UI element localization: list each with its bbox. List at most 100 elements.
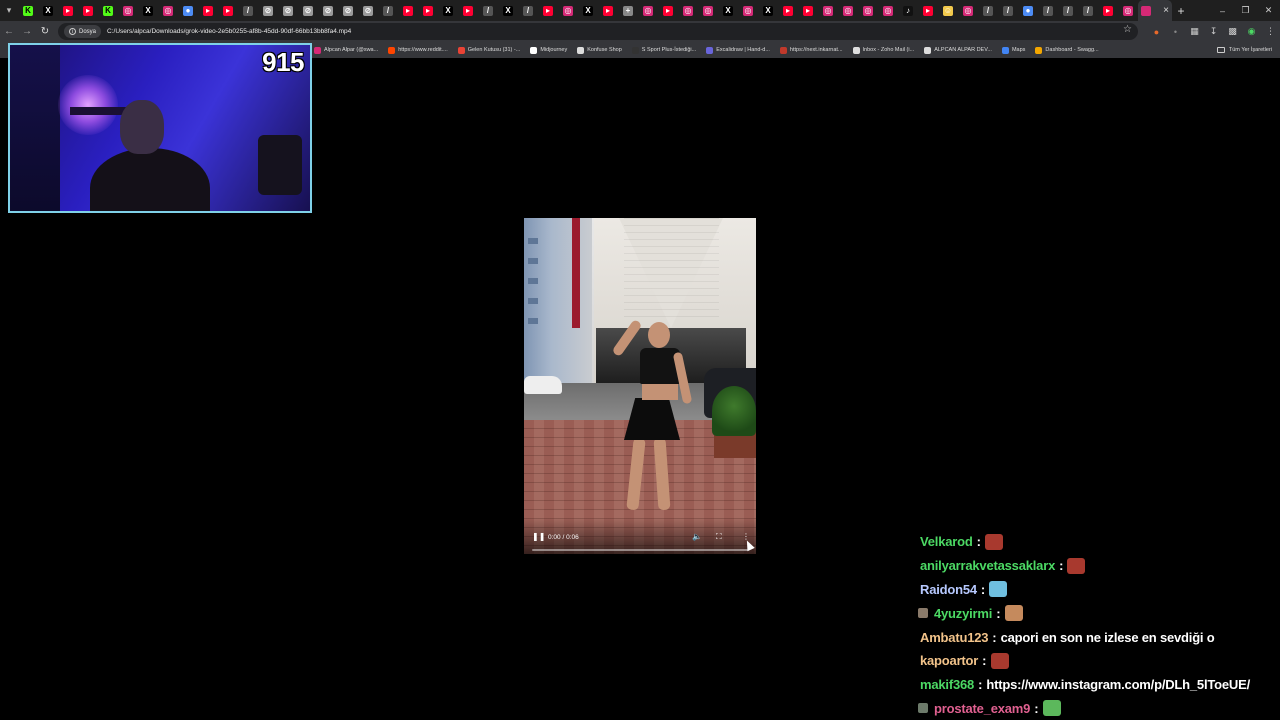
extension-icon[interactable]: • — [1166, 21, 1185, 42]
tab[interactable]: X — [438, 0, 458, 21]
address-bar[interactable]: i Dosya C:/Users/alpca/Downloads/grok-vi… — [58, 23, 1138, 40]
tab[interactable]: ◎ — [838, 0, 858, 21]
tab[interactable]: ◎ — [818, 0, 838, 21]
close-window-button[interactable]: ✕ — [1257, 0, 1280, 21]
tab[interactable]: ◎ — [678, 0, 698, 21]
tab[interactable]: ⊘ — [358, 0, 378, 21]
tab[interactable]: ▸ — [538, 0, 558, 21]
extension-icon[interactable]: ● — [1147, 21, 1166, 42]
tab[interactable]: / — [1038, 0, 1058, 21]
bookmark-item[interactable]: Konfuse Shop — [577, 46, 622, 54]
tab[interactable]: ◎ — [878, 0, 898, 21]
close-icon[interactable]: × — [1163, 5, 1169, 16]
tab[interactable]: ◎ — [118, 0, 138, 21]
tab[interactable]: / — [478, 0, 498, 21]
tab[interactable]: / — [238, 0, 258, 21]
tab[interactable]: ▸ — [58, 0, 78, 21]
minimize-button[interactable]: – — [1211, 0, 1234, 21]
video-player[interactable]: ❚❚ 0:00 / 0:06 🔈 ⛶ ⋮ — [524, 218, 756, 554]
tab[interactable]: ▸ — [418, 0, 438, 21]
site-info-chip[interactable]: i Dosya — [64, 25, 102, 38]
tab[interactable]: X — [138, 0, 158, 21]
bookmark-favicon-icon — [924, 46, 932, 54]
pause-icon[interactable]: ❚❚ — [532, 533, 545, 541]
tab[interactable]: ◎ — [638, 0, 658, 21]
tab[interactable]: ▸ — [458, 0, 478, 21]
tab[interactable]: X — [38, 0, 58, 21]
tab[interactable]: ☺ — [938, 0, 958, 21]
tab[interactable]: ▸ — [778, 0, 798, 21]
download-icon[interactable]: ↧ — [1204, 21, 1223, 42]
tab[interactable]: ▸ — [218, 0, 238, 21]
bookmark-item[interactable]: Dashboard - Swagg... — [1035, 46, 1099, 54]
cast-icon[interactable]: ▩ — [1223, 21, 1242, 42]
tab[interactable]: / — [518, 0, 538, 21]
puzzle-icon[interactable]: ▦ — [1185, 21, 1204, 42]
tab[interactable]: ◎ — [1118, 0, 1138, 21]
forward-button[interactable]: → — [18, 21, 36, 42]
chat-overlay: Velkarod: anilyarrakvetassaklarx: Raidon54… — [916, 530, 1280, 720]
tab[interactable]: ◎ — [738, 0, 758, 21]
tab[interactable]: / — [1058, 0, 1078, 21]
tab[interactable]: + — [618, 0, 638, 21]
bookmark-item[interactable]: https://www.reddit.... — [388, 46, 448, 54]
chat-separator: : — [996, 605, 1001, 621]
tab[interactable]: ⊘ — [298, 0, 318, 21]
tab-search-button[interactable]: ▾ — [0, 0, 18, 21]
tab[interactable]: / — [998, 0, 1018, 21]
tab[interactable]: ◎ — [858, 0, 878, 21]
tab[interactable]: / — [378, 0, 398, 21]
fullscreen-icon[interactable]: ⛶ — [716, 533, 722, 541]
tab[interactable]: K — [18, 0, 38, 21]
tab[interactable]: X — [758, 0, 778, 21]
tab[interactable]: X — [718, 0, 738, 21]
bookmark-item[interactable]: Midjourney — [530, 46, 567, 54]
new-tab-button[interactable]: + — [1172, 0, 1190, 21]
bookmark-item[interactable]: Excalidraw | Hand-d... — [706, 46, 770, 54]
restore-button[interactable]: ❐ — [1234, 0, 1257, 21]
bookmark-star-icon[interactable]: ☆ — [1123, 24, 1132, 35]
bookmark-item[interactable]: ALPCAN ALPAR DEV... — [924, 46, 992, 54]
tab[interactable]: ◎ — [558, 0, 578, 21]
volume-icon[interactable]: 🔈 — [692, 533, 702, 541]
tab[interactable]: ▸ — [198, 0, 218, 21]
all-bookmarks-button[interactable]: Tüm Yer İşaretleri — [1216, 42, 1272, 58]
bookmark-item[interactable]: S Sport Plus-İstediği... — [631, 46, 696, 54]
bookmark-item[interactable]: Maps — [1001, 46, 1025, 54]
tab[interactable]: ◎ — [158, 0, 178, 21]
tab[interactable]: ▸ — [78, 0, 98, 21]
reload-button[interactable]: ↻ — [36, 21, 54, 42]
bookmark-item[interactable]: Alpcan Alpar (@swa... — [314, 46, 378, 54]
tab[interactable]: ⊘ — [278, 0, 298, 21]
tab[interactable]: K — [98, 0, 118, 21]
tab-active[interactable]: × — [1138, 0, 1172, 21]
tab[interactable]: ▸ — [658, 0, 678, 21]
tab[interactable]: ⊘ — [258, 0, 278, 21]
bookmark-item[interactable]: https://next.inkarnat... — [779, 46, 843, 54]
browser-icon: ● — [1023, 5, 1033, 16]
video-progress-bar[interactable] — [532, 549, 748, 551]
profile-avatar[interactable]: ◉ — [1242, 21, 1261, 42]
tab[interactable]: ⊘ — [318, 0, 338, 21]
tab[interactable]: X — [578, 0, 598, 21]
tab[interactable]: ◎ — [698, 0, 718, 21]
instagram-icon — [1141, 5, 1151, 16]
bookmark-favicon-icon — [577, 46, 585, 54]
tab[interactable]: / — [978, 0, 998, 21]
tab[interactable]: X — [498, 0, 518, 21]
tab[interactable]: ⊘ — [338, 0, 358, 21]
tab[interactable]: ● — [1018, 0, 1038, 21]
tab[interactable]: ▸ — [1098, 0, 1118, 21]
tab[interactable]: ♪ — [898, 0, 918, 21]
menu-dots-icon[interactable]: ⋮ — [1261, 21, 1280, 42]
tab[interactable]: ● — [178, 0, 198, 21]
tab[interactable]: ▸ — [598, 0, 618, 21]
back-button[interactable]: ← — [0, 21, 18, 42]
tab[interactable]: ▸ — [798, 0, 818, 21]
bookmark-item[interactable]: Gelen Kutusu (31) -... — [457, 46, 520, 54]
tab[interactable]: / — [1078, 0, 1098, 21]
tab[interactable]: ▸ — [398, 0, 418, 21]
bookmark-item[interactable]: Inbox - Zoho Mail (i... — [852, 46, 914, 54]
tab[interactable]: ◎ — [958, 0, 978, 21]
tab[interactable]: ▸ — [918, 0, 938, 21]
